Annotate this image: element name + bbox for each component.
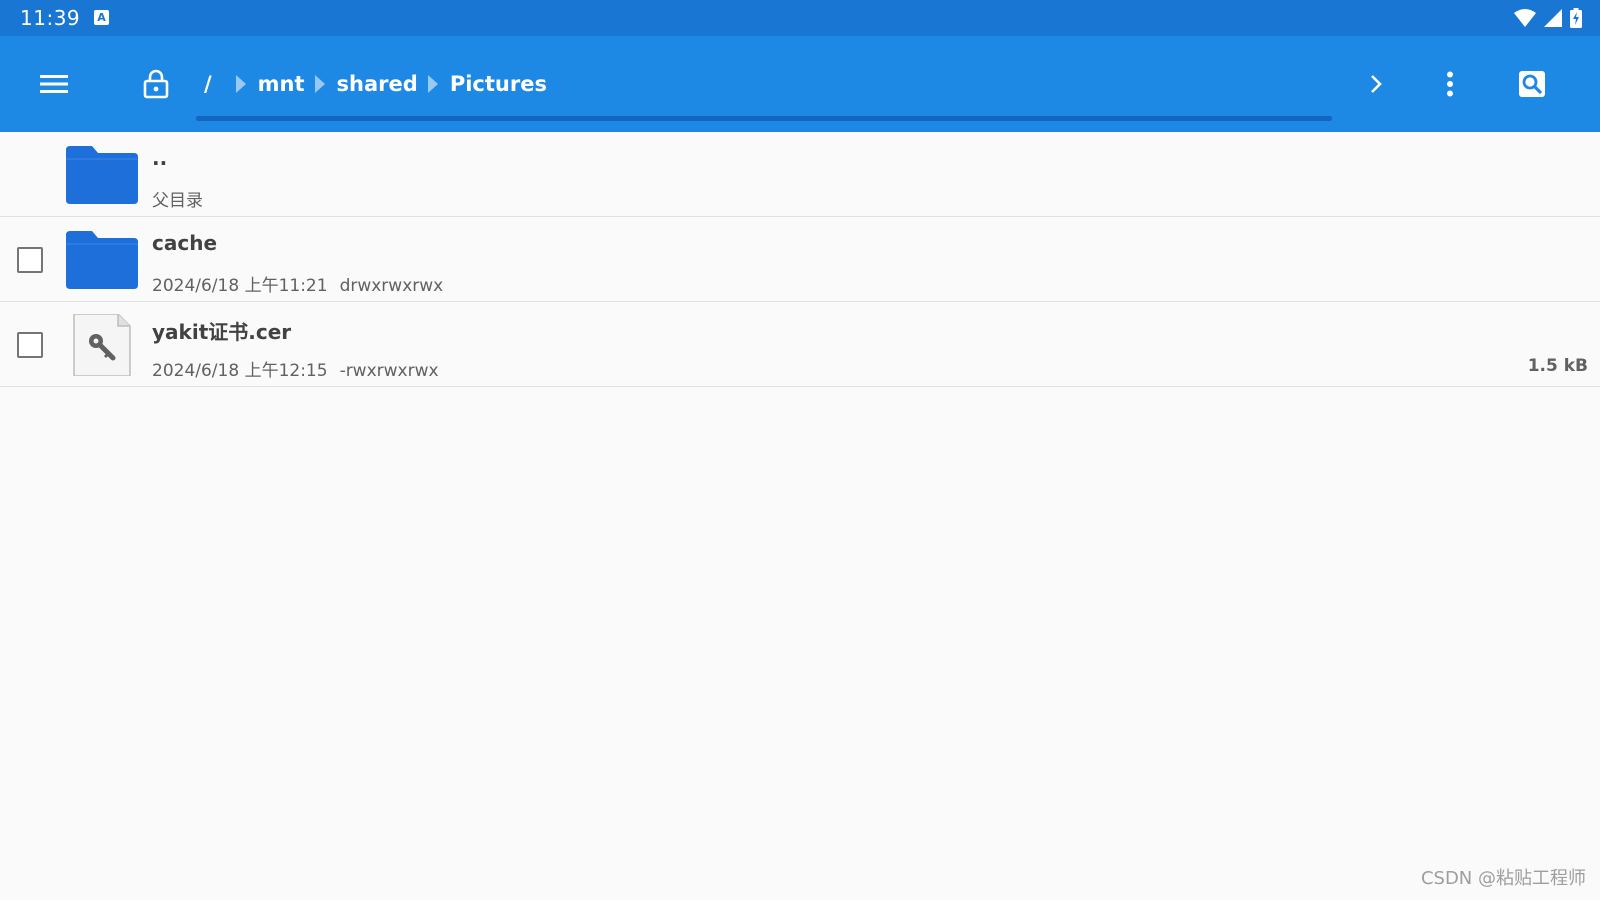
folder-icon — [66, 231, 138, 289]
file-meta: 父目录 — [152, 186, 203, 211]
list-item-cache[interactable]: cache 2024/6/18 上午11:21 drwxrwxrwx — [0, 217, 1600, 302]
file-meta: 2024/6/18 上午11:21 drwxrwxrwx — [152, 271, 443, 296]
breadcrumb-pictures[interactable]: Pictures — [450, 72, 547, 96]
breadcrumb-separator-icon — [314, 75, 325, 93]
status-bar: 11:39 A — [0, 0, 1600, 36]
file-description: 父目录 — [152, 191, 203, 211]
file-name: .. — [152, 146, 168, 170]
search-button[interactable] — [1512, 64, 1552, 104]
file-date: 2024/6/18 上午12:15 — [152, 361, 328, 381]
select-checkbox[interactable] — [17, 332, 43, 358]
file-permissions: -rwxrwxrwx — [339, 361, 439, 381]
search-icon — [1519, 71, 1545, 97]
lock-open-icon — [143, 69, 169, 99]
file-name: yakit证书.cer — [152, 320, 292, 344]
list-item-parent-directory[interactable]: .. 父目录 — [0, 132, 1600, 217]
menu-icon — [40, 75, 68, 93]
system-icons — [1514, 8, 1582, 28]
watermark: CSDN @粘贴工程师 — [1420, 868, 1586, 889]
file-permissions: drwxrwxrwx — [339, 276, 444, 296]
path-underline — [196, 116, 1332, 121]
forward-button[interactable] — [1358, 66, 1394, 102]
breadcrumb: / mnt shared Pictures — [204, 68, 547, 100]
lock-button[interactable] — [136, 64, 176, 104]
chevron-right-icon — [1371, 75, 1382, 93]
file-name: cache — [152, 231, 218, 255]
breadcrumb-separator-icon — [427, 75, 438, 93]
select-checkbox[interactable] — [17, 247, 43, 273]
breadcrumb-root[interactable]: / — [204, 72, 212, 96]
keyboard-notification-icon: A — [94, 10, 109, 25]
breadcrumb-shared[interactable]: shared — [337, 72, 418, 96]
toolbar: / mnt shared Pictures — [0, 36, 1600, 132]
folder-icon — [66, 146, 138, 204]
wifi-icon — [1514, 9, 1536, 27]
file-date: 2024/6/18 上午11:21 — [152, 276, 328, 296]
signal-icon — [1544, 9, 1562, 27]
breadcrumb-separator-icon — [235, 75, 246, 93]
breadcrumb-mnt[interactable]: mnt — [258, 72, 305, 96]
certificate-key-icon — [73, 314, 131, 376]
file-size: 1.5 kB — [1527, 356, 1588, 376]
more-vert-icon — [1447, 71, 1453, 97]
battery-charging-icon — [1570, 8, 1582, 28]
status-time: 11:39 — [20, 6, 81, 30]
more-options-button[interactable] — [1432, 64, 1468, 104]
list-item-yakit-cert[interactable]: yakit证书.cer 2024/6/18 上午12:15 -rwxrwxrwx … — [0, 302, 1600, 387]
file-list: .. 父目录 cache 2024/6/18 上午11:21 drwxrwxrwx… — [0, 132, 1600, 387]
file-meta: 2024/6/18 上午12:15 -rwxrwxrwx — [152, 356, 439, 381]
menu-button[interactable] — [34, 68, 74, 100]
